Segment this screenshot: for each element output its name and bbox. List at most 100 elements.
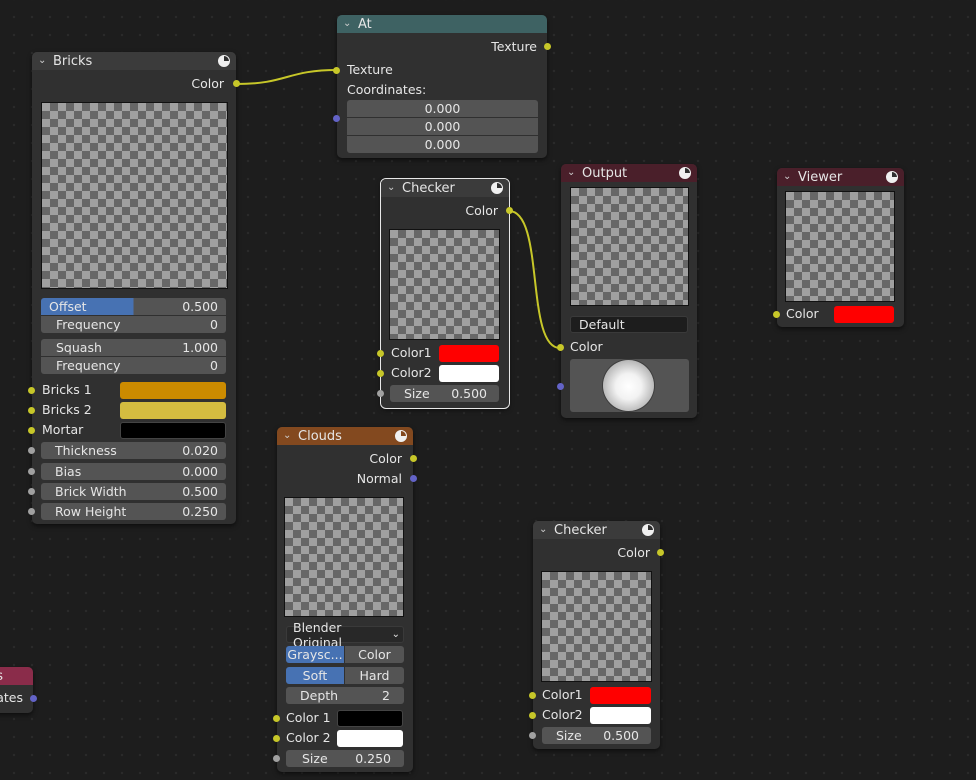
node-header[interactable]: ⌄ Output (561, 164, 697, 182)
link-bricks-to-at[interactable] (236, 69, 338, 85)
size-socket[interactable] (529, 732, 536, 739)
thickness-socket[interactable] (28, 447, 35, 454)
bricks2-label: Bricks 2 (42, 402, 92, 417)
output-texture-socket[interactable] (544, 43, 551, 50)
coord-x-field[interactable]: 0.000 (347, 100, 538, 117)
color2-swatch[interactable] (337, 730, 403, 747)
color2-socket[interactable] (529, 712, 536, 719)
output-color-socket[interactable] (506, 207, 513, 214)
node-checker-1[interactable]: ⌄ Checker Color Color1 Color2 Size 0.500 (377, 178, 513, 409)
color1-swatch[interactable] (590, 687, 651, 704)
color2-swatch[interactable] (590, 707, 651, 724)
bricks2-color-swatch[interactable] (120, 402, 226, 419)
chevron-down-icon[interactable]: ⌄ (567, 167, 577, 178)
node-clouds[interactable]: ⌄ Clouds Color Normal Blender Original ⌄… (273, 427, 417, 772)
size-socket[interactable] (377, 390, 384, 397)
node-bricks[interactable]: ⌄ Bricks Color Offset 0.500 Frequency 0 … (28, 52, 240, 524)
world-sphere-icon[interactable] (218, 55, 230, 67)
coordinates-socket[interactable] (333, 115, 340, 122)
node-output[interactable]: ⌄ Output Default Color (557, 164, 697, 418)
world-sphere-icon[interactable] (395, 430, 407, 442)
node-header[interactable]: ⌄ Checker (533, 521, 660, 539)
output-color-socket[interactable] (657, 549, 664, 556)
bricks1-socket[interactable] (28, 387, 35, 394)
chevron-down-icon[interactable]: ⌄ (539, 524, 549, 535)
bricks1-color-swatch[interactable] (120, 382, 226, 399)
color1-swatch[interactable] (439, 345, 499, 362)
node-viewer[interactable]: ⌄ Viewer Color (773, 168, 904, 327)
grayscale-toggle[interactable]: Graysc... (286, 646, 344, 663)
hard-toggle[interactable]: Hard (345, 667, 404, 684)
color1-socket[interactable] (273, 715, 280, 722)
coordinates-label: Coordinates: (347, 82, 427, 97)
output-label: ates (0, 690, 23, 705)
vector-input-socket[interactable] (557, 383, 564, 390)
size-field[interactable]: Size 0.500 (390, 385, 499, 402)
row-height-socket[interactable] (28, 508, 35, 515)
chevron-down-icon[interactable]: ⌄ (283, 430, 293, 441)
noise-basis-dropdown[interactable]: Blender Original ⌄ (286, 620, 404, 650)
sphere-preview (603, 360, 654, 411)
color1-socket[interactable] (377, 350, 384, 357)
chevron-down-icon[interactable]: ⌄ (387, 182, 397, 193)
node-title: Output (582, 165, 628, 181)
input-texture-label: Texture (347, 62, 393, 77)
mortar-color-swatch[interactable] (120, 422, 226, 439)
node-partial-offscreen[interactable]: s ates (0, 667, 37, 713)
node-header[interactable]: s (0, 667, 33, 685)
coord-z-field[interactable]: 0.000 (347, 136, 538, 153)
chevron-down-icon[interactable]: ⌄ (38, 55, 48, 66)
squash-frequency-field[interactable]: Frequency 0 (41, 357, 226, 374)
color2-socket[interactable] (273, 735, 280, 742)
input-texture-socket[interactable] (333, 67, 340, 74)
depth-field[interactable]: Depth 2 (286, 687, 404, 704)
link-checker-to-output[interactable] (508, 210, 561, 349)
node-header[interactable]: ⌄ Viewer (777, 168, 904, 186)
size-field[interactable]: Size 0.500 (542, 727, 651, 744)
thickness-field[interactable]: Thickness 0.020 (41, 442, 226, 459)
node-title: Bricks (53, 53, 93, 69)
output-normal-socket[interactable] (410, 475, 417, 482)
mortar-socket[interactable] (28, 427, 35, 434)
node-header[interactable]: ⌄ Clouds (277, 427, 413, 445)
size-field[interactable]: Size 0.250 (286, 750, 404, 767)
input-color-swatch[interactable] (834, 306, 894, 323)
texture-preview (785, 191, 895, 302)
bias-socket[interactable] (28, 468, 35, 475)
bias-field[interactable]: Bias 0.000 (41, 463, 226, 480)
offset-frequency-field[interactable]: Frequency 0 (41, 316, 226, 333)
color-toggle[interactable]: Color (345, 646, 404, 663)
color1-swatch[interactable] (337, 710, 403, 727)
node-header[interactable]: ⌄ At (337, 15, 547, 33)
color1-socket[interactable] (529, 692, 536, 699)
node-title: Clouds (298, 428, 342, 444)
world-sphere-icon[interactable] (491, 182, 503, 194)
chevron-down-icon[interactable]: ⌄ (343, 18, 353, 29)
size-socket[interactable] (273, 755, 280, 762)
world-sphere-icon[interactable] (642, 524, 654, 536)
input-color-socket[interactable] (557, 344, 564, 351)
color2-socket[interactable] (377, 370, 384, 377)
bricks2-socket[interactable] (28, 407, 35, 414)
output-socket[interactable] (30, 695, 37, 702)
chevron-down-icon[interactable]: ⌄ (783, 171, 793, 182)
input-color-socket[interactable] (773, 311, 780, 318)
coord-y-field[interactable]: 0.000 (347, 118, 538, 135)
node-checker-2[interactable]: ⌄ Checker Color Color1 Color2 Size 0.500 (529, 521, 664, 749)
node-at[interactable]: ⌄ At Texture Texture Coordinates: 0.000 … (333, 15, 551, 158)
soft-toggle[interactable]: Soft (286, 667, 344, 684)
squash-field[interactable]: Squash 1.000 (41, 339, 226, 356)
output-color-socket[interactable] (410, 455, 417, 462)
world-sphere-icon[interactable] (679, 167, 691, 179)
output-color-socket[interactable] (233, 80, 240, 87)
output-name-field[interactable]: Default (570, 316, 688, 333)
color2-label: Color2 (542, 707, 583, 722)
node-header[interactable]: ⌄ Bricks (32, 52, 236, 70)
offset-slider[interactable]: Offset 0.500 (41, 298, 226, 315)
node-header[interactable]: ⌄ Checker (381, 179, 509, 197)
brick-width-field[interactable]: Brick Width 0.500 (41, 483, 226, 500)
brick-width-socket[interactable] (28, 488, 35, 495)
color2-swatch[interactable] (439, 365, 499, 382)
world-sphere-icon[interactable] (886, 171, 898, 183)
row-height-field[interactable]: Row Height 0.250 (41, 503, 226, 520)
